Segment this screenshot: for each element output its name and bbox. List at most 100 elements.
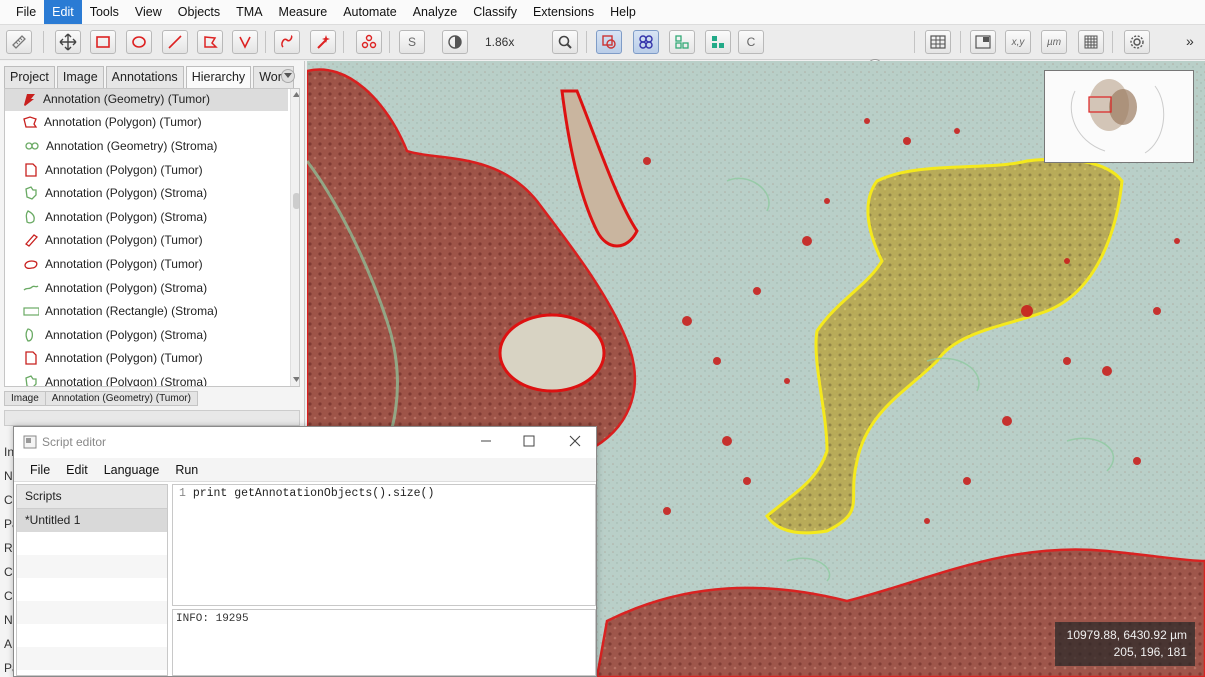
hierarchy-item[interactable]: Annotation (Polygon) (Tumor) (5, 347, 288, 371)
hierarchy-item-label: Annotation (Polygon) (Tumor) (44, 115, 202, 130)
zoom-to-fit-button[interactable] (552, 30, 578, 54)
brightness-contrast-button[interactable] (442, 30, 468, 54)
hierarchy-item[interactable]: Annotation (Geometry) (Stroma) (5, 134, 288, 158)
tab-image[interactable]: Image (56, 66, 104, 88)
breadcrumb-item[interactable]: Annotation (Geometry) (Tumor) (44, 390, 198, 406)
hierarchy-item[interactable]: Annotation (Polygon) (Tumor) (5, 111, 288, 135)
script-menu-edit[interactable]: Edit (58, 463, 96, 477)
hierarchy-item-label: Annotation (Polygon) (Stroma) (45, 186, 208, 201)
script-editor-menubar: File Edit Language Run (14, 458, 596, 482)
script-editor-titlebar[interactable]: Script editor (14, 427, 596, 457)
hierarchy-tree: Annotation (Geometry) (Tumor) Annotation … (4, 88, 300, 387)
script-list-empty-row (17, 624, 167, 647)
annotation-tumor-icon (23, 116, 38, 128)
menu-objects[interactable]: Objects (170, 0, 228, 24)
cursor-location-overlay: 10979.88, 6430.92 µm 205, 196, 181 (1055, 622, 1195, 666)
toolbar-overflow-button[interactable]: » (1186, 33, 1194, 49)
brush-tool-button[interactable] (274, 30, 300, 54)
annotation-tumor-icon (24, 260, 38, 269)
menu-measure[interactable]: Measure (271, 0, 336, 24)
hierarchy-scrollbar[interactable] (290, 89, 299, 386)
hierarchy-item[interactable]: Annotation (Polygon) (Stroma) (5, 181, 288, 205)
overview-toggle-button[interactable] (970, 30, 996, 54)
menu-extensions[interactable]: Extensions (525, 0, 602, 24)
menu-analyze[interactable]: Analyze (405, 0, 465, 24)
show-cursor-location-button[interactable]: x,y (1005, 30, 1031, 54)
show-annotations-button[interactable] (596, 30, 622, 54)
rectangle-tool-button[interactable] (90, 30, 116, 54)
menu-file[interactable]: File (8, 0, 44, 24)
cursor-coordinates: 10979.88, 6430.92 µm (1066, 628, 1187, 642)
line-number: 1 (179, 487, 186, 500)
script-list-empty-row (17, 532, 167, 555)
minimize-icon[interactable] (480, 435, 492, 447)
script-list-item[interactable]: *Untitled 1 (17, 509, 167, 532)
script-menu-file[interactable]: File (22, 463, 58, 477)
move-tool-button[interactable] (55, 30, 81, 54)
hierarchy-item-label: Annotation (Geometry) (Tumor) (43, 91, 210, 106)
annotation-tumor-icon (24, 93, 35, 106)
hierarchy-item[interactable]: Annotation (Rectangle) (Stroma) (5, 299, 288, 323)
scalebar-button[interactable]: µm (1041, 30, 1067, 54)
annotation-stroma-icon (23, 285, 39, 291)
show-tma-grid-button[interactable] (633, 30, 659, 54)
hierarchy-item[interactable]: Annotation (Geometry) (Tumor) (5, 89, 288, 111)
hierarchy-item-label: Annotation (Polygon) (Stroma) (45, 374, 208, 387)
script-menu-run[interactable]: Run (167, 463, 206, 477)
scripts-list-header: Scripts (17, 485, 167, 509)
show-detections-button[interactable] (669, 30, 695, 54)
annotation-tumor-icon (25, 351, 37, 365)
menu-automate[interactable]: Automate (335, 0, 405, 24)
hierarchy-item[interactable]: Annotation (Polygon) (Stroma) (5, 370, 288, 387)
scripts-list: Scripts *Untitled 1 (16, 484, 168, 676)
code-line: print getAnnotationObjects().size() (192, 487, 435, 500)
tab-annotations[interactable]: Annotations (105, 66, 184, 88)
hierarchy-item[interactable]: Annotation (Polygon) (Stroma) (5, 276, 288, 300)
line-tool-button[interactable] (162, 30, 188, 54)
property-name-partial: C (4, 493, 13, 507)
hierarchy-item[interactable]: Annotation (Polygon) (Tumor) (5, 229, 288, 253)
menu-tma[interactable]: TMA (228, 0, 270, 24)
property-name-partial: C (4, 589, 13, 603)
tab-menu-button[interactable] (281, 69, 295, 83)
wand-tool-button[interactable] (310, 30, 336, 54)
polygon-tool-button[interactable] (197, 30, 223, 54)
hierarchy-item-label: Annotation (Rectangle) (Stroma) (45, 304, 218, 319)
measurement-table-button[interactable] (925, 30, 951, 54)
code-editor[interactable]: 1 print getAnnotationObjects().size() (172, 484, 596, 606)
script-editor-app-icon (23, 435, 37, 449)
properties-table-header (4, 410, 300, 426)
breadcrumb-item[interactable]: Image (4, 390, 46, 406)
close-icon[interactable] (569, 435, 581, 447)
menu-view[interactable]: View (127, 0, 170, 24)
hierarchy-item[interactable]: Annotation (Polygon) (Stroma) (5, 323, 288, 347)
menu-help[interactable]: Help (602, 0, 644, 24)
annotation-tumor-icon (25, 234, 38, 248)
property-name-partial: C (4, 565, 13, 579)
grid-button[interactable] (1078, 30, 1104, 54)
hierarchy-item[interactable]: Annotation (Polygon) (Tumor) (5, 252, 288, 276)
maximize-icon[interactable] (523, 435, 535, 447)
menu-tools[interactable]: Tools (82, 0, 127, 24)
property-name-partial: N (4, 613, 13, 627)
ellipse-tool-button[interactable] (126, 30, 152, 54)
polyline-tool-button[interactable] (232, 30, 258, 54)
menu-edit[interactable]: Edit (44, 0, 82, 24)
tab-hierarchy[interactable]: Hierarchy (185, 66, 252, 88)
tab-project[interactable]: Project (4, 66, 55, 88)
fill-detections-button[interactable] (705, 30, 731, 54)
script-list-empty-row (17, 601, 167, 624)
selection-mode-button[interactable]: S (399, 30, 425, 54)
overview-thumbnail[interactable] (1044, 70, 1194, 163)
hierarchy-item[interactable]: Annotation (Polygon) (Tumor) (5, 158, 288, 182)
gear-icon[interactable] (1124, 30, 1150, 54)
hierarchy-item[interactable]: Annotation (Polygon) (Stroma) (5, 205, 288, 229)
hierarchy-item-label: Annotation (Polygon) (Tumor) (45, 162, 203, 177)
pixel-rgb-value: 205, 196, 181 (1113, 645, 1187, 659)
script-menu-language[interactable]: Language (96, 463, 168, 477)
show-connections-button[interactable]: C (738, 30, 764, 54)
menu-classify[interactable]: Classify (465, 0, 525, 24)
annotation-stroma-icon (23, 307, 39, 316)
points-tool-button[interactable] (356, 30, 382, 54)
measure-ruler-icon[interactable] (6, 30, 32, 54)
